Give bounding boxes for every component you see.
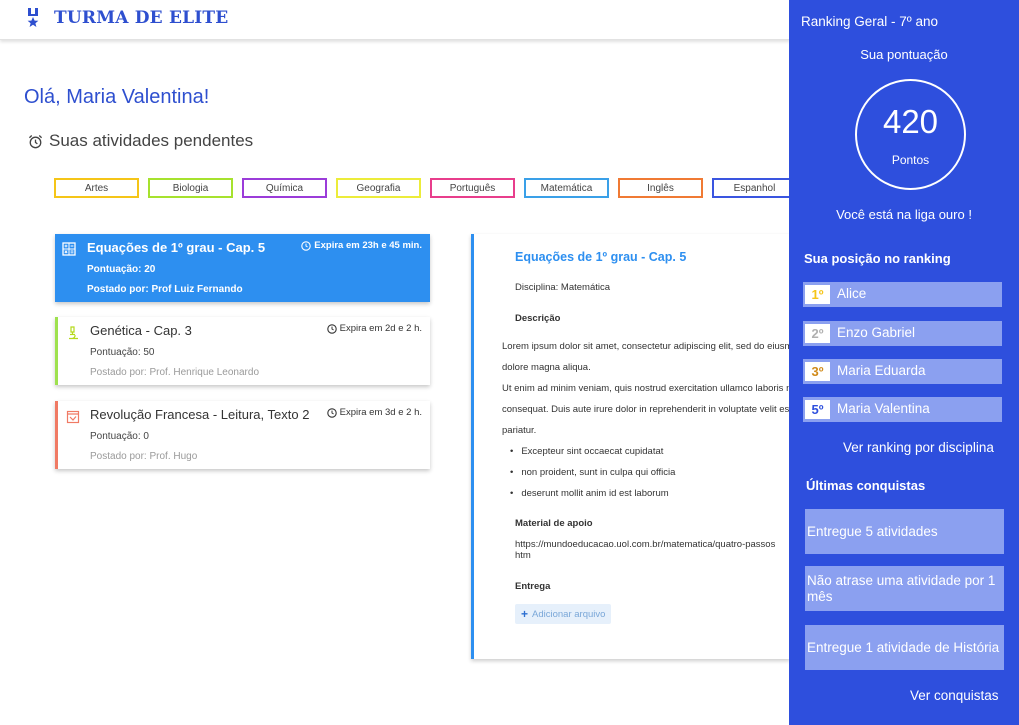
top-bar: TURMA DE ELITE — [0, 0, 790, 40]
ranking-row[interactable]: 1º Alice — [803, 282, 1002, 307]
brand-title[interactable]: TURMA DE ELITE — [54, 8, 228, 28]
clock-icon — [326, 323, 337, 334]
achievement-item[interactable]: Não atrase uma atividade por 1 mês — [805, 566, 1004, 611]
filter-ingles[interactable]: Inglês — [618, 178, 703, 198]
points-label: Pontos — [891, 153, 930, 167]
add-file-button[interactable]: + Adicionar arquivo — [515, 604, 612, 624]
description-line: pariatur. — [502, 425, 537, 436]
microscope-icon — [69, 326, 78, 340]
material-link[interactable]: https://mundoeducacao.uol.com.br/matemat… — [515, 539, 790, 561]
description-line: Ut enim ad minim veniam, quis nostrud ex… — [502, 383, 790, 394]
medal-icon — [27, 8, 39, 27]
activity-score: Pontuação: 50 — [90, 347, 155, 358]
description-body: Lorem ipsum dolor sit amet, consectetur … — [502, 336, 790, 504]
achievements-heading: Últimas conquistas — [806, 478, 926, 493]
activity-title: Revolução Francesa - Leitura, Texto 2 — [90, 407, 310, 422]
activity-score: Pontuação: 0 — [90, 431, 149, 442]
ranking-row[interactable]: 5º Maria Valentina — [803, 397, 1002, 422]
filter-matematica[interactable]: Matemática — [524, 178, 609, 198]
material-link-line[interactable]: htm — [515, 550, 790, 561]
description-line: dolore magna aliqua. — [502, 362, 591, 373]
ranking-by-discipline-link[interactable]: Ver ranking por disciplina — [843, 440, 994, 455]
expiry-text: Expira em 3d e 2 h. — [339, 407, 422, 418]
expiry: Expira em 3d e 2 h. — [326, 407, 422, 418]
achievement-item[interactable]: Entregue 5 atividades — [805, 509, 1004, 554]
greeting: Olá, Maria Valentina! — [24, 86, 210, 108]
filter-artes[interactable]: Artes — [54, 178, 139, 198]
ranking-sidebar: Ranking Geral - 7º ano Sua pontuação 420… — [789, 0, 1019, 725]
points-value: 420 — [882, 103, 939, 140]
detail-discipline: Disciplina: Matemática — [515, 282, 611, 293]
ranking-row[interactable]: 2º Enzo Gabriel — [803, 321, 1002, 346]
filter-portugues[interactable]: Português — [430, 178, 515, 198]
rank-name: Maria Valentina — [837, 401, 930, 416]
pending-heading: Suas atividades pendentes — [28, 131, 253, 151]
activity-title: Equações de 1º grau - Cap. 5 — [87, 240, 266, 255]
clock-icon — [326, 407, 337, 418]
activity-card[interactable]: Equações de 1º grau - Cap. 5 Expira em 2… — [55, 234, 430, 302]
alarm-clock-icon — [28, 134, 43, 148]
activity-card[interactable]: Genética - Cap. 3 Expira em 2d e 2 h. Po… — [55, 317, 430, 385]
rank-position: 5º — [805, 400, 830, 419]
detail-title: Equações de 1º grau - Cap. 5 — [515, 250, 687, 264]
material-link-line[interactable]: https://mundoeducacao.uol.com.br/matemat… — [515, 539, 790, 550]
rank-position: 3º — [805, 362, 830, 381]
activity-title: Genética - Cap. 3 — [90, 323, 192, 338]
rank-name: Enzo Gabriel — [837, 325, 916, 340]
material-heading: Material de apoio — [515, 518, 593, 529]
achievement-item[interactable]: Entregue 1 atividade de História — [805, 625, 1004, 670]
ranking-row[interactable]: 3º Maria Eduarda — [803, 359, 1002, 384]
calculator-icon — [62, 242, 76, 256]
filter-biologia[interactable]: Biologia — [148, 178, 233, 198]
description-line: consequat. Duis aute irure dolor in repr… — [502, 404, 790, 415]
description-line: Lorem ipsum dolor sit amet, consectetur … — [502, 341, 790, 352]
points-circle: 420 Pontos — [855, 79, 966, 190]
score-label: Sua pontuação — [860, 47, 948, 62]
view-achievements-link[interactable]: Ver conquistas — [910, 688, 999, 703]
pending-title: Suas atividades pendentes — [49, 131, 254, 150]
clock-icon — [301, 240, 312, 251]
expiry: Expira em 2d e 2 h. — [326, 323, 422, 334]
activity-author: Postado por: Prof. Hugo — [90, 451, 198, 462]
activity-author: Postado por: Prof. Henrique Leonardo — [90, 367, 259, 378]
activity-score: Pontuação: 20 — [87, 264, 156, 275]
ranking-title: Ranking Geral - 7º ano — [801, 14, 939, 29]
position-heading: Sua posição no ranking — [804, 251, 951, 266]
expiry: Expira em 23h e 45 min. — [301, 240, 422, 251]
rank-name: Alice — [837, 286, 867, 301]
bullet-item: non proident, sunt in culpa qui officia — [502, 462, 790, 483]
add-file-label: Adicionar arquivo — [532, 608, 606, 620]
expiry-text: Expira em 23h e 45 min. — [314, 240, 422, 251]
activity-author: Postado por: Prof Luiz Fernando — [87, 284, 243, 295]
filter-geografia[interactable]: Geografia — [336, 178, 421, 198]
subject-filters: Artes Biologia Química Geografia Portugu… — [54, 178, 797, 198]
filter-espanhol[interactable]: Espanhol — [712, 178, 797, 198]
activity-card[interactable]: Revolução Francesa - Leitura, Texto 2 Ex… — [55, 401, 430, 469]
expiry-text: Expira em 2d e 2 h. — [339, 323, 422, 334]
rank-name: Maria Eduarda — [837, 363, 926, 378]
filter-quimica[interactable]: Química — [242, 178, 327, 198]
delivery-heading: Entrega — [515, 581, 551, 592]
history-book-icon — [66, 410, 80, 424]
rank-position: 1º — [805, 285, 830, 304]
activity-detail-panel: Equações de 1º grau - Cap. 5 Disciplina:… — [471, 234, 790, 659]
description-heading: Descrição — [515, 313, 561, 324]
plus-icon: + — [521, 607, 529, 621]
bullet-item: deserunt mollit anim id est laborum — [502, 483, 790, 504]
league-text: Você está na liga ouro ! — [836, 207, 972, 222]
rank-position: 2º — [805, 324, 830, 343]
bullet-item: Excepteur sint occaecat cupidatat — [502, 441, 790, 462]
